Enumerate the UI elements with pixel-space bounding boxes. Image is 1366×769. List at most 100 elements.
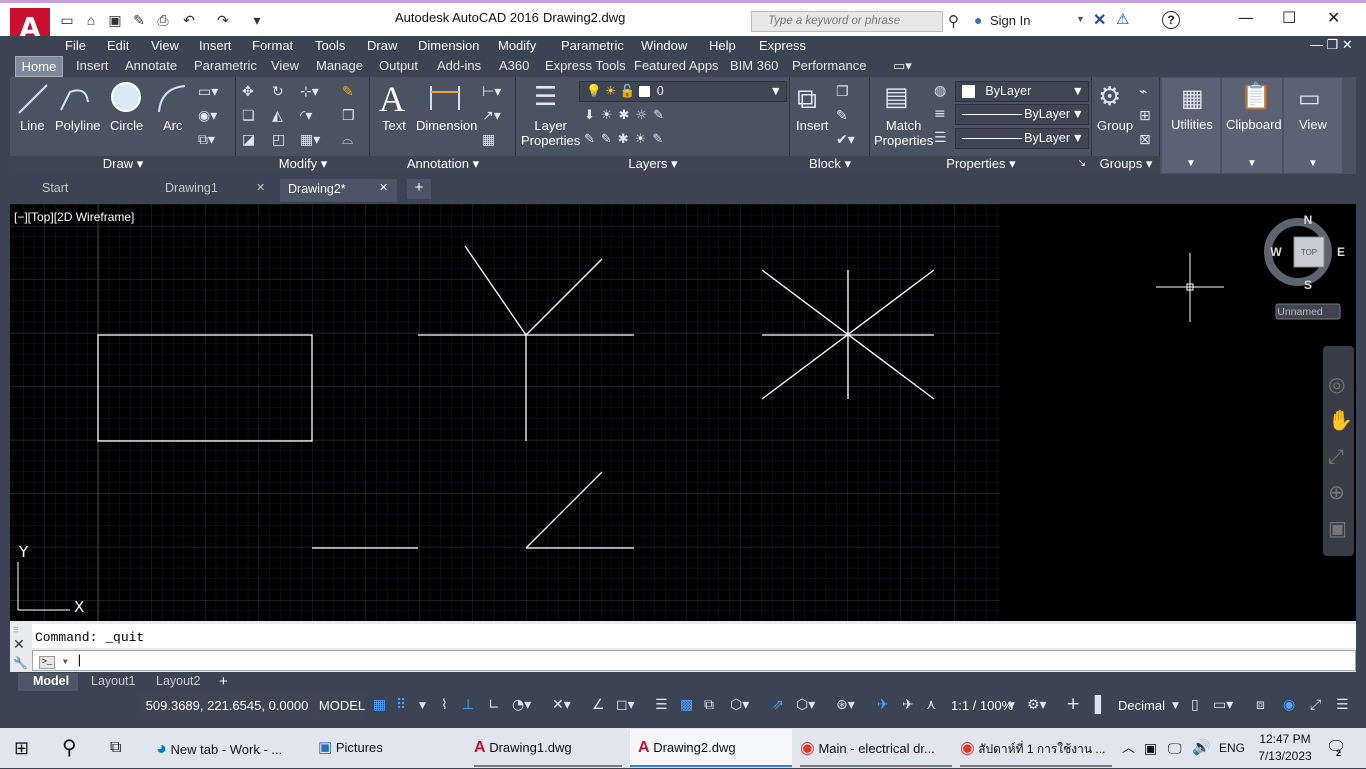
annotation-scale-icon[interactable]: ⋏ [926,697,936,713]
explode-icon[interactable]: ❒ [342,108,355,124]
menu-draw[interactable]: Draw [367,38,397,53]
panel-block-title[interactable]: Block ▾ [790,156,870,174]
viewcube-top-face[interactable]: TOP [1301,248,1317,257]
minimize-button[interactable]: — [1238,8,1254,27]
dynamic-input-icon[interactable]: ⊥ [462,697,474,713]
tab-manage[interactable]: Manage [316,58,363,73]
selection-filter-icon[interactable]: ⬡▾ [796,697,815,713]
hatch-icon[interactable]: ◉▾ [198,108,217,124]
volume-icon[interactable]: 🔊 [1192,729,1211,767]
table-icon[interactable]: ▦ [482,132,495,148]
line-tool[interactable]: Line [20,118,45,133]
network-icon[interactable]: 🖵 [1168,729,1182,767]
infer-constraints-icon[interactable]: ⌇ [441,697,448,713]
scale-icon[interactable]: ◰ [272,132,285,148]
tab-featured-apps[interactable]: Featured Apps [634,58,719,73]
exchange-apps-icon[interactable]: ✕ [1093,10,1106,30]
taskbar-chrome-1[interactable]: ◉ Main - electrical dr... [800,729,952,767]
tab-insert[interactable]: Insert [76,58,109,73]
close-drawing2-icon[interactable]: ✕ [379,181,388,201]
binoculars-icon[interactable]: ⚲ [948,12,959,30]
taskbar-chrome-2[interactable]: ◉ สัปดาห์ที่ 1 การใช้งาน ... [960,729,1112,767]
gradient-icon[interactable]: ⧉▾ [198,132,215,148]
linear-dim-icon[interactable]: ⊢▾ [482,84,501,100]
viewcube[interactable]: TOP N S E W [1264,213,1345,292]
selection-cycling-icon[interactable]: ⧉ [704,697,714,713]
lock-ui-icon[interactable]: ▭▾ [1213,697,1233,713]
task-view-icon[interactable]: ⧉ [110,729,121,767]
polyline-tool[interactable]: Polyline [55,118,101,133]
orbit-icon[interactable]: ⊕ [1328,474,1353,510]
lineweight-toggle-icon[interactable]: ☰ [655,697,668,713]
gizmo-icon[interactable]: ⊛▾ [836,697,855,713]
erase-icon[interactable]: ✎ [342,84,354,100]
annotation-monitor-icon[interactable]: + [1066,694,1080,714]
stretch-icon[interactable]: ◪ [242,132,255,148]
lineweight-dropdown[interactable]: ByLayer ▼ [955,104,1089,125]
array-icon[interactable]: ▦▾ [300,132,320,148]
auto-scale-icon[interactable]: ✈ [902,697,914,713]
block-attr-icon[interactable]: ✔▾ [836,132,855,148]
tab-express-tools[interactable]: Express Tools [545,58,626,73]
panel-annotation-title[interactable]: Annotation ▾ [370,156,516,174]
taskbar-edge[interactable]: ◕ New tab - Work - ... [156,729,304,767]
command-grip-icon[interactable]: ⠿ [13,626,19,635]
group-tool[interactable]: Group [1097,118,1133,133]
sign-in-button[interactable]: Sign In [990,13,1030,28]
new-layout-icon[interactable]: + [219,673,228,691]
circle-tool[interactable]: Circle [110,118,143,133]
rotate-icon[interactable]: ↻ [272,84,284,100]
workspace-gear-icon[interactable]: ⚙▾ [1027,697,1047,713]
compass-e[interactable]: E [1337,245,1345,259]
edit-block-icon[interactable]: ✎ [836,108,848,124]
layout-tab-layout1[interactable]: Layout1 [91,673,135,691]
command-input[interactable]: >_ ▼ | [32,650,1356,671]
insert-tool[interactable]: Insert [796,118,829,133]
sign-in-dropdown-icon[interactable]: ▼ [1076,14,1085,24]
customize-command-icon[interactable]: 🔧 [13,656,28,670]
create-block-icon[interactable]: ❐ [836,84,849,100]
redo-icon[interactable]: ↷ [214,11,232,29]
units-dropdown[interactable]: Decimal [1118,698,1165,713]
plot-icon[interactable]: ⎙ [154,11,172,29]
search-taskbar-icon[interactable]: ⚲ [62,729,77,767]
panel-layers-title[interactable]: Layers ▾ [516,156,790,174]
menu-express[interactable]: Express [759,38,806,53]
hardware-acceleration-icon[interactable]: ◉ [1283,697,1295,713]
arc-tool[interactable]: Arc [163,118,183,133]
menu-file[interactable]: File [65,38,86,53]
clean-screen-icon[interactable]: ⤢ [1310,697,1321,713]
close-command-icon[interactable]: ✕ [13,637,25,653]
undo-icon[interactable]: ↶ [180,11,198,29]
compass-n[interactable]: N [1304,213,1313,227]
snap-dropdown-icon[interactable]: ▼ [419,701,426,711]
panel-draw-title[interactable]: Draw ▾ [10,156,236,174]
ortho-icon[interactable]: ∟ [488,697,500,713]
layer-dropdown[interactable]: 💡 ☀ 🔓 0 ▼ [579,81,787,102]
menu-insert[interactable]: Insert [199,38,232,53]
tray-app-icon[interactable]: ▣ [1144,729,1157,767]
match-properties-tool[interactable]: Match Properties [874,118,933,148]
save-as-icon[interactable]: ✎ [130,11,148,29]
layout-tab-model[interactable]: Model [18,673,78,691]
help-icon[interactable]: ? [1162,11,1180,29]
object-snap-icon[interactable]: ◻▾ [616,697,635,713]
menu-dimension[interactable]: Dimension [418,38,479,53]
mirror-icon[interactable]: ◭ [272,108,283,124]
isolate-objects-icon[interactable]: ⧈ [1256,697,1265,713]
tab-home[interactable]: Home [15,56,63,77]
taskbar-pictures[interactable]: ▣ Pictures [318,729,466,767]
quick-properties-icon[interactable]: ▯ [1191,697,1199,713]
tab-add-ins[interactable]: Add-ins [437,58,481,73]
command-prompt-icon[interactable]: >_ [39,656,55,669]
menu-modify[interactable]: Modify [498,38,536,53]
tab-performance[interactable]: Performance [792,58,866,73]
open-folder-icon[interactable]: ⌂ [82,11,100,29]
menu-edit[interactable]: Edit [107,38,129,53]
ribbon-options-icon[interactable]: ▭▾ [893,58,912,74]
language-indicator[interactable]: ENG [1219,729,1245,767]
tab-bim360[interactable]: BIM 360 [730,58,778,73]
panel-modify-title[interactable]: Modify ▾ [236,156,370,174]
annotation-visibility-icon[interactable]: ✈ [877,697,889,713]
annotation-scale-value[interactable]: 1:1 / 100% [951,698,1013,713]
